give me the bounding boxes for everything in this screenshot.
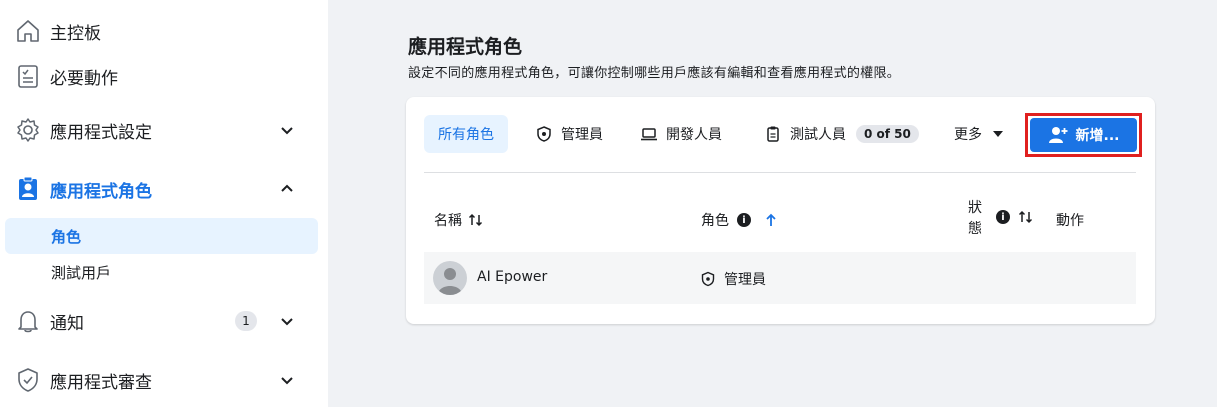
sidebar-item-label: 主控板 — [50, 23, 101, 44]
sidebar-item-label: 應用程式審查 — [50, 372, 152, 393]
sidebar-subitem-test-users[interactable]: 測試用戶 — [5, 254, 318, 290]
sidebar-item-label: 通知 — [50, 313, 84, 334]
sidebar-item-app-review[interactable]: 應用程式審查 — [0, 356, 328, 404]
sidebar-subitem-label: 角色 — [51, 227, 82, 246]
sidebar-item-dashboard[interactable]: 主控板 — [0, 7, 328, 55]
sort-icon — [468, 213, 483, 227]
page-title: 應用程式角色 — [408, 36, 523, 58]
info-icon[interactable]: i — [737, 213, 751, 227]
sidebar-item-required-actions[interactable]: 必要動作 — [0, 52, 328, 100]
clipboard-icon — [764, 125, 782, 143]
roles-icon — [15, 176, 41, 202]
shield-icon — [701, 271, 715, 287]
tab-developers[interactable]: 開發人員 — [640, 115, 722, 153]
tab-label: 更多 — [954, 127, 982, 143]
column-header-label: 狀 — [968, 200, 982, 216]
column-header-label: 態 — [968, 221, 982, 237]
shield-icon — [535, 125, 553, 143]
sidebar-subitem-label: 測試用戶 — [51, 263, 112, 282]
tester-count-badge: 0 of 50 — [856, 125, 919, 143]
status-header-controls: i — [990, 210, 1034, 224]
laptop-icon — [640, 125, 658, 143]
chevron-down-icon — [279, 122, 295, 138]
user-name: AI Epower — [477, 269, 548, 285]
sidebar-item-label: 應用程式設定 — [50, 122, 152, 143]
sidebar: 主控板 必要動作 應用程式設定 應用程式角色 角色 測試用戶 通知 1 應用程式… — [0, 0, 328, 407]
tab-admins[interactable]: 管理員 — [535, 115, 603, 153]
shield-check-icon — [15, 367, 41, 393]
home-icon — [15, 18, 41, 44]
tab-testers[interactable]: 測試人員 0 of 50 — [764, 115, 919, 153]
add-people-button[interactable]: 新增... — [1030, 118, 1137, 152]
column-header-label: 角色 — [701, 213, 729, 229]
notification-count-badge: 1 — [235, 311, 257, 331]
user-role: 管理員 — [700, 269, 766, 289]
tab-more[interactable]: 更多 — [954, 115, 1004, 153]
column-header-label: 名稱 — [434, 213, 462, 229]
info-icon[interactable]: i — [996, 210, 1010, 224]
bell-icon — [15, 308, 41, 334]
gear-icon — [15, 117, 41, 143]
column-header-label: 動作 — [1056, 213, 1084, 229]
tab-label: 管理員 — [561, 127, 603, 143]
column-header-status[interactable]: 狀 態 — [968, 198, 982, 240]
tab-label: 所有角色 — [438, 127, 494, 143]
add-button-label: 新增... — [1075, 128, 1120, 144]
chevron-down-icon — [279, 313, 295, 329]
avatar — [433, 261, 467, 295]
checklist-icon — [15, 63, 41, 89]
tab-all-roles[interactable]: 所有角色 — [424, 115, 508, 153]
divider — [424, 172, 1136, 173]
user-role-label: 管理員 — [724, 272, 766, 288]
chevron-up-icon — [279, 181, 295, 197]
sidebar-item-label: 應用程式角色 — [50, 181, 152, 202]
sidebar-item-app-roles[interactable]: 應用程式角色 — [0, 165, 328, 213]
column-header-actions: 動作 — [1056, 210, 1084, 230]
sort-icon[interactable] — [1018, 210, 1034, 224]
page-subtitle: 設定不同的應用程式角色，可讓你控制哪些用戶應該有編輯和查看應用程式的權限。 — [408, 66, 901, 81]
add-person-icon — [1048, 127, 1068, 143]
caret-down-icon — [992, 128, 1004, 140]
chevron-down-icon — [279, 372, 295, 388]
column-header-role[interactable]: 角色 i — [701, 210, 779, 230]
sort-ascending-icon — [766, 213, 776, 226]
sidebar-item-app-settings[interactable]: 應用程式設定 — [0, 106, 328, 154]
column-header-name[interactable]: 名稱 — [434, 210, 484, 230]
sidebar-subitem-roles[interactable]: 角色 — [5, 218, 318, 254]
sidebar-item-notifications[interactable]: 通知 1 — [0, 297, 328, 345]
tab-label: 開發人員 — [666, 127, 722, 143]
sidebar-item-label: 必要動作 — [50, 68, 118, 89]
tab-label: 測試人員 — [790, 127, 846, 143]
roles-card: 所有角色 管理員 開發人員 測試人員 0 of 50 更多 新增... 名稱 角… — [406, 97, 1155, 324]
table-row[interactable]: AI Epower 管理員 — [424, 252, 1136, 304]
